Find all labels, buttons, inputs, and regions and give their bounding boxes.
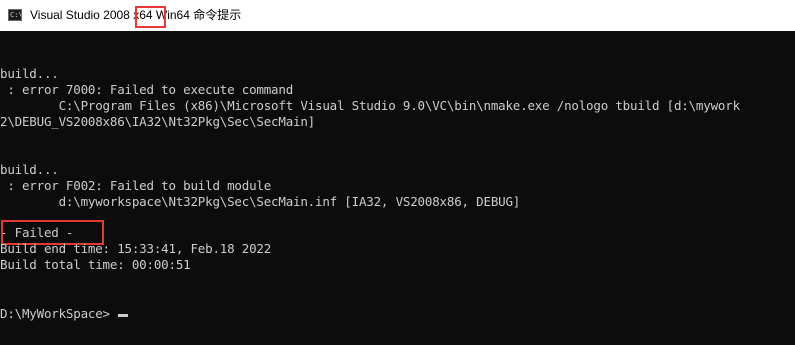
text-cursor xyxy=(118,314,128,317)
console-line: d:\myworkspace\Nt32Pkg\Sec\SecMain.inf [… xyxy=(0,194,521,209)
console-line: build... xyxy=(0,66,59,81)
console-line: C:\Program Files (x86)\Microsoft Visual … xyxy=(0,98,740,113)
console-output[interactable]: build... : error 7000: Failed to execute… xyxy=(0,31,795,345)
title-bar: C:\ Visual Studio 2008 x64 Win64 命令提示 xyxy=(0,0,795,31)
command-prompt[interactable]: D:\MyWorkSpace> xyxy=(0,306,110,322)
cmd-icon: C:\ xyxy=(8,9,22,21)
console-line: Build total time: 00:00:51 xyxy=(0,257,191,272)
console-line: Build end time: 15:33:41, Feb.18 2022 xyxy=(0,241,272,256)
console-line: : error 7000: Failed to execute command xyxy=(0,82,294,97)
console-line: build... xyxy=(0,162,59,177)
x64-highlight-box xyxy=(135,6,166,28)
console-line: 2\DEBUG_VS2008x86\IA32\Nt32Pkg\Sec\SecMa… xyxy=(0,114,316,129)
console-line: : error F002: Failed to build module xyxy=(0,178,272,193)
